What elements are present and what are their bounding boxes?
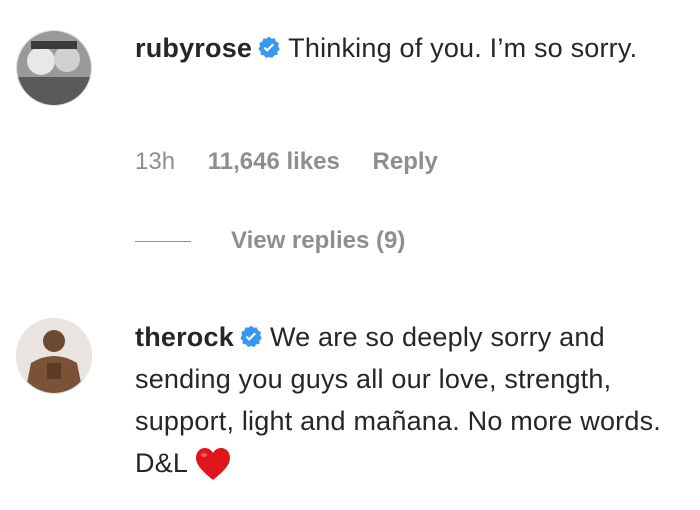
username[interactable]: therock — [135, 322, 234, 352]
avatar-image — [17, 31, 91, 105]
comment-body: therock We are so deeply sorry and sendi… — [135, 316, 680, 484]
reply-button[interactable]: Reply — [373, 148, 438, 175]
red-heart-icon — [194, 446, 232, 480]
username[interactable]: rubyrose — [135, 33, 252, 63]
view-replies-label: View replies (9) — [231, 227, 406, 254]
avatar-image — [17, 319, 91, 393]
avatar[interactable] — [16, 30, 92, 106]
view-replies-button[interactable]: View replies (9) — [135, 226, 405, 256]
comment-body: rubyrose Thinking of you. I’m so sorry. — [135, 27, 680, 69]
verified-badge-icon — [256, 35, 282, 61]
divider-line — [135, 240, 191, 242]
likes-count[interactable]: 11,646 likes — [208, 148, 340, 175]
timestamp[interactable]: 13h — [135, 148, 175, 175]
comment-text: Thinking of you. I’m so sorry. — [288, 33, 638, 63]
comment-meta: 13h 11,646 likes Reply — [135, 148, 464, 176]
verified-badge-icon — [238, 324, 264, 350]
avatar[interactable] — [16, 318, 92, 394]
